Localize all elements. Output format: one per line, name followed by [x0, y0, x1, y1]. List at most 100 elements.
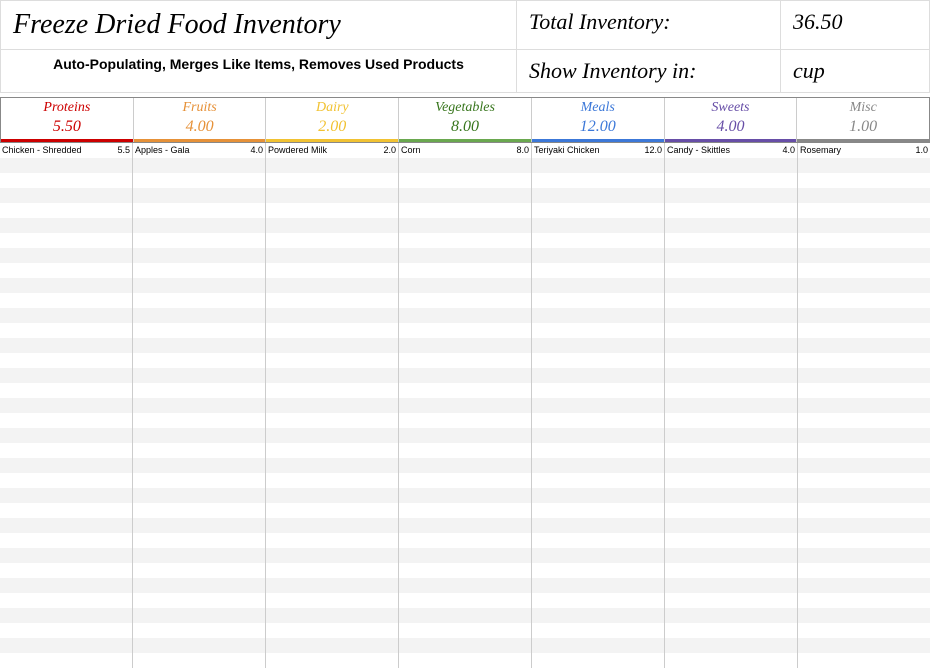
data-row[interactable]	[798, 518, 930, 533]
item-qty-cell[interactable]	[374, 548, 398, 563]
item-qty-cell[interactable]	[906, 353, 930, 368]
item-name-cell[interactable]	[266, 458, 374, 473]
item-qty-cell[interactable]	[773, 353, 797, 368]
item-qty-cell[interactable]	[640, 593, 664, 608]
item-qty-cell[interactable]	[108, 503, 132, 518]
item-qty-cell[interactable]	[906, 278, 930, 293]
item-qty-cell[interactable]	[906, 413, 930, 428]
item-name-cell[interactable]	[532, 278, 640, 293]
item-qty-cell[interactable]	[108, 233, 132, 248]
data-row[interactable]	[665, 473, 797, 488]
item-name-cell[interactable]	[133, 488, 241, 503]
item-name-cell[interactable]	[399, 218, 507, 233]
item-qty-cell[interactable]	[773, 428, 797, 443]
item-qty-cell[interactable]	[108, 533, 132, 548]
item-name-cell[interactable]	[133, 278, 241, 293]
item-name-cell[interactable]	[399, 443, 507, 458]
data-row[interactable]	[133, 218, 265, 233]
item-name-cell[interactable]	[532, 458, 640, 473]
item-name-cell[interactable]	[399, 458, 507, 473]
data-row[interactable]	[532, 413, 664, 428]
item-qty-cell[interactable]	[507, 368, 531, 383]
data-row[interactable]	[665, 563, 797, 578]
item-name-cell[interactable]	[399, 488, 507, 503]
item-name-cell[interactable]	[133, 158, 241, 173]
item-name-cell[interactable]	[798, 368, 906, 383]
item-qty-cell[interactable]	[507, 488, 531, 503]
item-name-cell[interactable]	[133, 308, 241, 323]
item-name-cell[interactable]	[0, 413, 108, 428]
data-row[interactable]	[399, 518, 531, 533]
item-qty-cell[interactable]	[241, 308, 265, 323]
item-qty-cell[interactable]	[241, 338, 265, 353]
item-qty-cell[interactable]	[640, 308, 664, 323]
data-row[interactable]	[266, 503, 398, 518]
item-qty-cell[interactable]	[241, 503, 265, 518]
item-name-cell[interactable]	[399, 578, 507, 593]
item-name-cell[interactable]	[399, 533, 507, 548]
item-qty-cell[interactable]	[374, 203, 398, 218]
data-row[interactable]	[133, 443, 265, 458]
item-name-cell[interactable]	[133, 368, 241, 383]
data-row[interactable]	[0, 188, 132, 203]
data-row[interactable]	[665, 593, 797, 608]
item-name-cell[interactable]	[266, 353, 374, 368]
item-name-cell[interactable]	[798, 308, 906, 323]
item-name-cell[interactable]	[532, 308, 640, 323]
item-qty-cell[interactable]	[640, 398, 664, 413]
data-row[interactable]	[665, 278, 797, 293]
item-qty-cell[interactable]	[906, 593, 930, 608]
data-row[interactable]	[266, 248, 398, 263]
data-row[interactable]	[532, 563, 664, 578]
item-name-cell[interactable]	[798, 443, 906, 458]
item-name-cell[interactable]	[532, 533, 640, 548]
item-name-cell[interactable]	[133, 383, 241, 398]
item-name-cell[interactable]	[399, 473, 507, 488]
data-row[interactable]	[399, 248, 531, 263]
data-row[interactable]	[665, 488, 797, 503]
item-qty-cell[interactable]	[906, 323, 930, 338]
data-row[interactable]	[0, 203, 132, 218]
data-row[interactable]	[0, 353, 132, 368]
item-name-cell[interactable]	[266, 398, 374, 413]
item-name-cell[interactable]	[798, 578, 906, 593]
data-row[interactable]	[0, 428, 132, 443]
item-name-cell[interactable]	[133, 443, 241, 458]
item-qty-cell[interactable]	[108, 248, 132, 263]
item-name-cell[interactable]	[665, 338, 773, 353]
data-row[interactable]	[532, 308, 664, 323]
item-name-cell[interactable]	[266, 608, 374, 623]
item-qty-cell[interactable]	[640, 443, 664, 458]
data-row[interactable]	[798, 458, 930, 473]
item-name-cell[interactable]	[266, 548, 374, 563]
data-row[interactable]	[798, 548, 930, 563]
data-row[interactable]	[532, 533, 664, 548]
item-name-cell[interactable]	[665, 278, 773, 293]
item-qty-cell[interactable]	[906, 578, 930, 593]
item-qty-cell[interactable]	[241, 473, 265, 488]
data-row[interactable]	[532, 233, 664, 248]
data-row[interactable]	[532, 158, 664, 173]
item-qty-cell[interactable]	[507, 338, 531, 353]
item-qty-cell[interactable]	[507, 263, 531, 278]
item-qty-cell[interactable]	[374, 473, 398, 488]
data-row[interactable]	[798, 368, 930, 383]
item-qty-cell[interactable]	[374, 623, 398, 638]
item-qty-cell[interactable]	[773, 158, 797, 173]
data-row[interactable]	[266, 488, 398, 503]
data-row[interactable]	[665, 548, 797, 563]
item-qty-cell[interactable]	[507, 293, 531, 308]
item-qty-cell[interactable]	[906, 293, 930, 308]
item-name-cell[interactable]	[798, 503, 906, 518]
item-name-cell[interactable]	[532, 608, 640, 623]
item-name-cell[interactable]	[133, 293, 241, 308]
data-row[interactable]	[532, 323, 664, 338]
item-qty-cell[interactable]: 5.5	[108, 143, 132, 158]
item-qty-cell[interactable]	[374, 233, 398, 248]
item-qty-cell[interactable]	[640, 488, 664, 503]
item-name-cell[interactable]	[133, 263, 241, 278]
item-qty-cell[interactable]	[108, 368, 132, 383]
item-qty-cell[interactable]	[640, 623, 664, 638]
item-name-cell[interactable]	[0, 563, 108, 578]
data-row[interactable]	[133, 188, 265, 203]
